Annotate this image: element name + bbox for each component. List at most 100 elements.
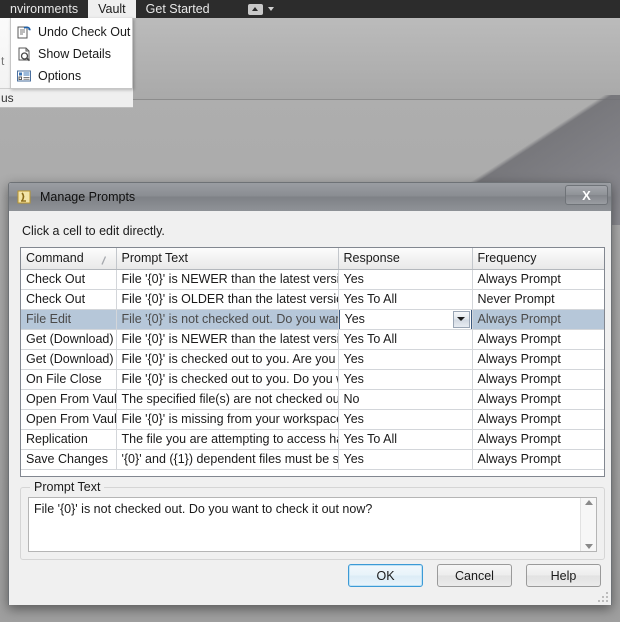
- table-row[interactable]: Check Out File '{0}' is OLDER than the l…: [21, 289, 604, 310]
- column-header-response[interactable]: Response: [338, 248, 473, 270]
- options-icon: [16, 68, 32, 84]
- cell-response[interactable]: Yes: [338, 369, 473, 390]
- scroll-down-icon[interactable]: [584, 544, 593, 549]
- cell-response[interactable]: No: [338, 389, 473, 410]
- table-row[interactable]: Open From Vault File '{0}' is missing fr…: [21, 409, 604, 430]
- table-row-selected[interactable]: File Edit File '{0}' is not checked out.…: [21, 309, 604, 330]
- column-header-command-label: Command: [26, 251, 84, 266]
- ribbon-status-strip: [0, 88, 133, 108]
- cell-command[interactable]: Open From Vault: [21, 389, 117, 410]
- cell-frequency[interactable]: Always Prompt: [472, 369, 604, 390]
- prompt-text-value[interactable]: File '{0}' is not checked out. Do you wa…: [29, 498, 580, 551]
- collapse-ribbon-icon[interactable]: [247, 3, 263, 15]
- prompt-text-editor[interactable]: File '{0}' is not checked out. Do you wa…: [28, 497, 597, 552]
- ribbon-status-label: us: [1, 91, 14, 105]
- cell-command[interactable]: Check Out: [21, 269, 117, 290]
- cell-response[interactable]: Yes To All: [338, 289, 473, 310]
- cell-frequency[interactable]: Always Prompt: [472, 309, 604, 330]
- ribbon-empty-area: [133, 18, 620, 100]
- cell-response[interactable]: Yes: [338, 409, 473, 430]
- menu-item-options[interactable]: Options: [11, 65, 132, 87]
- column-header-prompt-text[interactable]: Prompt Text: [116, 248, 339, 270]
- cell-prompt-text[interactable]: File '{0}' is OLDER than the latest vers…: [116, 289, 339, 310]
- cell-frequency[interactable]: Always Prompt: [472, 409, 604, 430]
- table-row[interactable]: On File Close File '{0}' is checked out …: [21, 369, 604, 390]
- prompt-text-scrollbar[interactable]: [580, 498, 596, 551]
- table-row[interactable]: Replication The file you are attempting …: [21, 429, 604, 450]
- prompt-text-groupbox-title: Prompt Text: [30, 480, 105, 494]
- cell-command[interactable]: Get (Download): [21, 329, 117, 350]
- cell-command[interactable]: Get (Download): [21, 349, 117, 370]
- cell-prompt-text[interactable]: File '{0}' is NEWER than the latest vers…: [116, 329, 339, 350]
- cell-response[interactable]: Yes: [338, 449, 473, 470]
- menu-item-show-details-label: Show Details: [38, 47, 111, 61]
- table-row[interactable]: Check Out File '{0}' is NEWER than the l…: [21, 269, 604, 290]
- cell-prompt-text[interactable]: File '{0}' is not checked out. Do you wa…: [116, 309, 339, 330]
- tab-environments[interactable]: nvironments: [0, 0, 88, 18]
- tab-get-started-label: Get Started: [145, 2, 210, 16]
- cell-command[interactable]: On File Close: [21, 369, 117, 390]
- cell-prompt-text[interactable]: The file you are attempting to access ha…: [116, 429, 339, 450]
- menu-item-undo-check-out-label: Undo Check Out: [38, 25, 131, 39]
- response-combobox[interactable]: Yes: [338, 309, 471, 328]
- table-row[interactable]: Open From Vault The specified file(s) ar…: [21, 389, 604, 410]
- cancel-button[interactable]: Cancel: [437, 564, 512, 587]
- cell-frequency[interactable]: Always Prompt: [472, 349, 604, 370]
- chevron-down-icon[interactable]: [452, 310, 470, 328]
- cell-prompt-text[interactable]: File '{0}' is missing from your workspac…: [116, 409, 339, 430]
- cell-command[interactable]: Open From Vault: [21, 409, 117, 430]
- response-combobox-value: Yes: [344, 312, 365, 326]
- column-header-response-label: Response: [343, 251, 400, 266]
- dialog-hint-text: Click a cell to edit directly.: [22, 224, 165, 238]
- sort-ascending-icon: [100, 254, 108, 265]
- dialog-titlebar[interactable]: Manage Prompts X: [9, 183, 611, 211]
- table-row[interactable]: Save Changes '{0}' and ({1}) dependent f…: [21, 449, 604, 470]
- help-button[interactable]: Help: [526, 564, 601, 587]
- dialog-body: Click a cell to edit directly. Command P…: [9, 212, 611, 605]
- cell-prompt-text[interactable]: File '{0}' is NEWER than the latest vers…: [116, 269, 339, 290]
- ok-button-label: OK: [376, 568, 395, 583]
- cell-prompt-text[interactable]: The specified file(s) are not checked ou…: [116, 389, 339, 410]
- manage-prompts-dialog: Manage Prompts X Click a cell to edit di…: [8, 182, 612, 605]
- scroll-up-icon[interactable]: [584, 500, 593, 505]
- cell-prompt-text[interactable]: '{0}' and ({1}) dependent files must be …: [116, 449, 339, 470]
- prompts-grid[interactable]: Command Prompt Text Response Frequency C…: [20, 247, 605, 477]
- cell-command[interactable]: Check Out: [21, 289, 117, 310]
- cell-response[interactable]: Yes To All: [338, 429, 473, 450]
- tab-get-started[interactable]: Get Started: [136, 0, 220, 18]
- prompt-text-groupbox: Prompt Text File '{0}' is not checked ou…: [20, 480, 605, 560]
- menu-item-show-details[interactable]: Show Details: [11, 43, 132, 65]
- cell-response-editor[interactable]: Yes: [338, 309, 473, 330]
- cell-command[interactable]: Save Changes: [21, 449, 117, 470]
- menu-item-undo-check-out[interactable]: Undo Check Out: [11, 21, 132, 43]
- ribbon-tabstrip: nvironments Vault Get Started: [0, 0, 620, 18]
- cell-command[interactable]: File Edit: [21, 309, 117, 330]
- column-header-frequency[interactable]: Frequency: [472, 248, 604, 270]
- cell-frequency[interactable]: Always Prompt: [472, 329, 604, 350]
- cell-prompt-text[interactable]: File '{0}' is checked out to you. Do you…: [116, 369, 339, 390]
- cell-frequency[interactable]: Always Prompt: [472, 269, 604, 290]
- table-row[interactable]: Get (Download) File '{0}' is checked out…: [21, 349, 604, 370]
- ribbon-partial-label: t: [1, 54, 5, 68]
- cell-response[interactable]: Yes To All: [338, 329, 473, 350]
- screen: nvironments Vault Get Started t us Undo …: [0, 0, 620, 622]
- column-header-command[interactable]: Command: [21, 248, 117, 270]
- table-row[interactable]: Get (Download) File '{0}' is NEWER than …: [21, 329, 604, 350]
- resize-grip[interactable]: [596, 590, 608, 602]
- cell-command[interactable]: Replication: [21, 429, 117, 450]
- close-icon[interactable]: X: [565, 185, 608, 205]
- cancel-button-label: Cancel: [455, 568, 494, 583]
- cell-frequency[interactable]: Always Prompt: [472, 449, 604, 470]
- show-details-icon: [16, 46, 32, 62]
- ok-button[interactable]: OK: [348, 564, 423, 587]
- cell-response[interactable]: Yes: [338, 269, 473, 290]
- tab-vault[interactable]: Vault: [88, 0, 136, 18]
- chevron-down-icon[interactable]: [267, 7, 274, 11]
- cell-prompt-text[interactable]: File '{0}' is checked out to you. Are yo…: [116, 349, 339, 370]
- cell-response[interactable]: Yes: [338, 349, 473, 370]
- cell-frequency[interactable]: Never Prompt: [472, 289, 604, 310]
- vault-menu-popup: Undo Check Out Show Details Options: [10, 18, 133, 89]
- cell-frequency[interactable]: Always Prompt: [472, 389, 604, 410]
- cell-frequency[interactable]: Always Prompt: [472, 429, 604, 450]
- quick-access-toolbar[interactable]: [247, 0, 274, 18]
